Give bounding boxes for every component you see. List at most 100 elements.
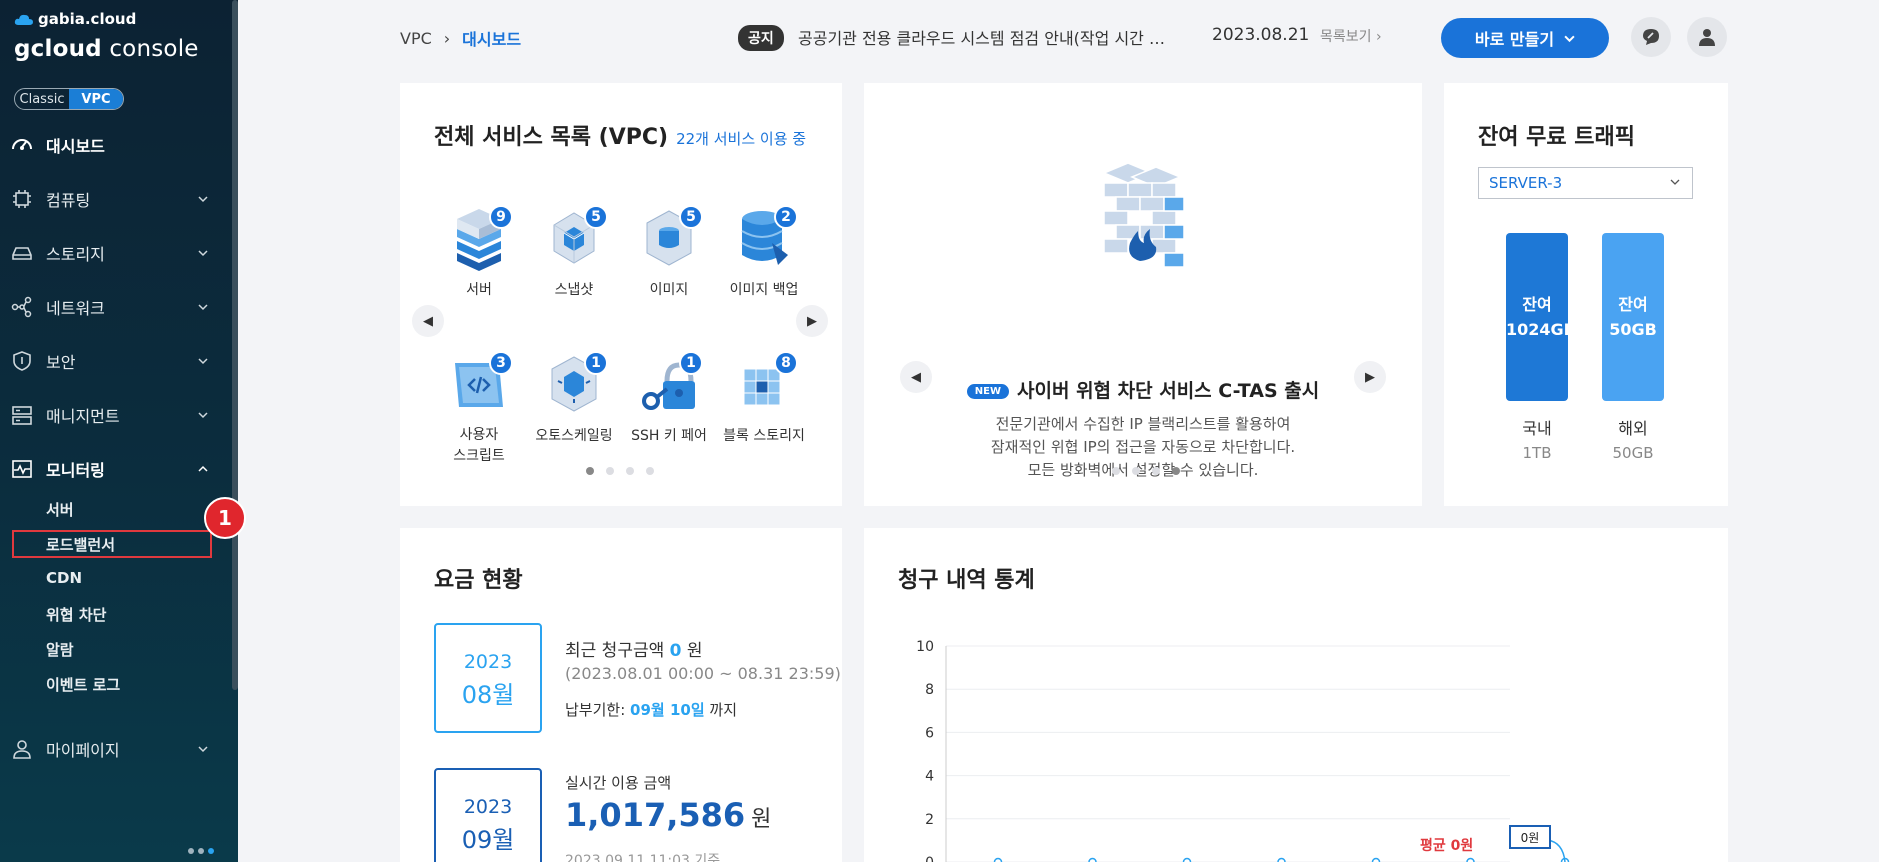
profile-button[interactable] bbox=[1687, 17, 1727, 57]
breadcrumb-root[interactable]: VPC bbox=[400, 29, 432, 48]
image-backup-icon: 2 bbox=[734, 205, 798, 275]
recent-billing-amount: 최근 청구금액 0 원 bbox=[565, 636, 703, 661]
menu-management[interactable]: 매니지먼트 bbox=[0, 398, 232, 432]
promo-next-button[interactable]: ▶ bbox=[1354, 361, 1386, 393]
arrow-left-icon: ◀ bbox=[911, 369, 921, 385]
brand-console: console bbox=[101, 36, 199, 62]
service-image-backup[interactable]: 2 이미지 백업 bbox=[716, 205, 812, 299]
service-count-badge: 8 bbox=[774, 351, 798, 375]
submenu-threat-block[interactable]: 위협 차단 bbox=[46, 604, 106, 625]
menu-computing[interactable]: 컴퓨팅 bbox=[0, 182, 232, 216]
realtime-usage-asof: 2023.09.11 11:03 기준 bbox=[565, 853, 721, 862]
menu-mypage[interactable]: 마이페이지 bbox=[0, 732, 232, 766]
fees-title: 요금 현황 bbox=[434, 568, 523, 593]
services-next-button[interactable]: ▶ bbox=[796, 305, 828, 337]
promo-pagination[interactable] bbox=[1112, 467, 1180, 475]
bar-remain-label: 잔여 bbox=[1522, 295, 1552, 314]
brand-g: gcloud bbox=[14, 36, 102, 62]
block-storage-icon: 8 bbox=[734, 351, 798, 421]
services-prev-button[interactable]: ◀ bbox=[412, 305, 444, 337]
service-image[interactable]: 5 이미지 bbox=[621, 205, 717, 299]
data-point bbox=[1277, 857, 1286, 862]
breadcrumb: VPC › 대시보드 bbox=[400, 26, 521, 50]
menu-monitoring[interactable]: 모니터링 bbox=[0, 452, 232, 486]
page-dot[interactable] bbox=[1112, 467, 1120, 475]
page-dot[interactable] bbox=[646, 467, 654, 475]
services-count[interactable]: 22개 서비스 이용 중 bbox=[676, 130, 806, 148]
page-dot bbox=[198, 848, 204, 854]
service-ssh-keypair[interactable]: 1 SSH 키 페어 bbox=[621, 351, 717, 445]
domestic-label: 국내 bbox=[1522, 419, 1552, 438]
overseas-label: 해외 bbox=[1618, 419, 1648, 438]
brand-title: gcloud console bbox=[14, 36, 199, 62]
submenu-cdn[interactable]: CDN bbox=[46, 569, 82, 587]
menu-network[interactable]: 네트워크 bbox=[0, 290, 232, 324]
toggle-vpc[interactable]: VPC bbox=[69, 89, 123, 109]
services-title-text: 전체 서비스 목록 (VPC) bbox=[434, 125, 669, 150]
menu-security[interactable]: 보안 bbox=[0, 344, 232, 378]
service-snapshot[interactable]: 5 스냅샷 bbox=[526, 205, 622, 299]
usage-year: 2023 bbox=[463, 796, 513, 818]
page-dot[interactable] bbox=[626, 467, 634, 475]
submenu-alarm[interactable]: 알람 bbox=[46, 639, 74, 660]
server-select[interactable]: SERVER-3 bbox=[1478, 167, 1693, 199]
chat-button[interactable] bbox=[1631, 17, 1671, 57]
page-dot-active[interactable] bbox=[586, 467, 594, 475]
snapshot-icon: 5 bbox=[544, 205, 608, 275]
y-tick-label: 8 bbox=[925, 682, 934, 698]
bar-remain-label: 잔여 bbox=[1618, 295, 1648, 314]
notice-list-link[interactable]: 목록보기 › bbox=[1320, 26, 1382, 46]
menu-label: 컴퓨팅 bbox=[46, 191, 91, 210]
page-dot[interactable] bbox=[606, 467, 614, 475]
promo-prev-button[interactable]: ◀ bbox=[900, 361, 932, 393]
services-pagination[interactable] bbox=[586, 467, 654, 475]
menu-label: 모니터링 bbox=[46, 461, 105, 480]
data-point bbox=[1088, 857, 1097, 862]
service-autoscaling[interactable]: 1 오토스케일링 bbox=[526, 351, 622, 445]
notice-text[interactable]: 공공기관 전용 클라우드 시스템 점검 안내(작업 시간 안내) bbox=[798, 25, 1178, 49]
ssh-key-icon: 1 bbox=[639, 351, 703, 421]
realtime-usage-label: 실시간 이용 금액 bbox=[565, 774, 672, 792]
highlight-box bbox=[12, 530, 212, 558]
chevron-right-icon: › bbox=[1375, 29, 1382, 45]
service-user-script[interactable]: 3 사용자 스크립트 bbox=[431, 351, 527, 467]
page-dot[interactable] bbox=[1152, 467, 1160, 475]
chip-icon bbox=[13, 190, 31, 208]
bar-remain-value: 1024GB bbox=[1506, 320, 1576, 339]
service-count-badge: 1 bbox=[679, 351, 703, 375]
promo-title[interactable]: NEW 사이버 위협 차단 서비스 C-TAS 출시 bbox=[864, 376, 1422, 403]
menu-storage[interactable]: 스토리지 bbox=[0, 236, 232, 270]
service-server[interactable]: 9 서버 bbox=[431, 205, 527, 299]
service-block-storage[interactable]: 8 블록 스토리지 bbox=[716, 351, 812, 445]
y-tick-label: 6 bbox=[925, 725, 934, 741]
autoscaling-icon: 1 bbox=[544, 351, 608, 421]
header: VPC › 대시보드 공지 공공기관 전용 클라우드 시스템 점검 안내(작업 … bbox=[238, 0, 1879, 74]
create-button-label: 바로 만들기 bbox=[1474, 30, 1555, 49]
submenu-server[interactable]: 서버 bbox=[46, 499, 74, 520]
create-now-button[interactable]: 바로 만들기 bbox=[1441, 18, 1609, 58]
y-tick-label: 0 bbox=[925, 855, 934, 862]
brand-logo[interactable]: gabia.cloud bbox=[14, 10, 136, 28]
notice-more-label: 목록보기 bbox=[1320, 29, 1372, 45]
page-dot[interactable] bbox=[1132, 467, 1140, 475]
brand-top-text: gabia.cloud bbox=[38, 10, 137, 28]
chevron-down-icon bbox=[1670, 179, 1680, 185]
realtime-usage-amount: 1,017,586 원 bbox=[565, 796, 771, 834]
submenu-event-log[interactable]: 이벤트 로그 bbox=[46, 674, 120, 695]
promo-title-text: 사이버 위협 차단 서비스 C-TAS 출시 bbox=[1017, 380, 1320, 402]
promo-card[interactable]: NEW 사이버 위협 차단 서비스 C-TAS 출시 전문기관에서 수집한 IP … bbox=[864, 83, 1422, 506]
menu-label: 매니지먼트 bbox=[46, 407, 120, 426]
menu-label: 스토리지 bbox=[46, 245, 105, 264]
chevron-down-icon bbox=[198, 358, 208, 365]
chevron-down-icon bbox=[198, 304, 208, 311]
sidebar-scrollbar[interactable] bbox=[232, 0, 238, 690]
toggle-classic[interactable]: Classic bbox=[15, 89, 69, 109]
menu-dashboard[interactable]: 대시보드 bbox=[0, 128, 232, 162]
user-icon bbox=[1699, 29, 1715, 46]
chevron-down-icon bbox=[198, 746, 208, 753]
service-label: 블록 스토리지 bbox=[723, 428, 805, 444]
page-dot-active[interactable] bbox=[1172, 467, 1180, 475]
server-icon: 9 bbox=[449, 205, 513, 275]
server-select-value: SERVER-3 bbox=[1489, 174, 1563, 192]
classic-vpc-toggle[interactable]: Classic VPC bbox=[14, 88, 124, 110]
